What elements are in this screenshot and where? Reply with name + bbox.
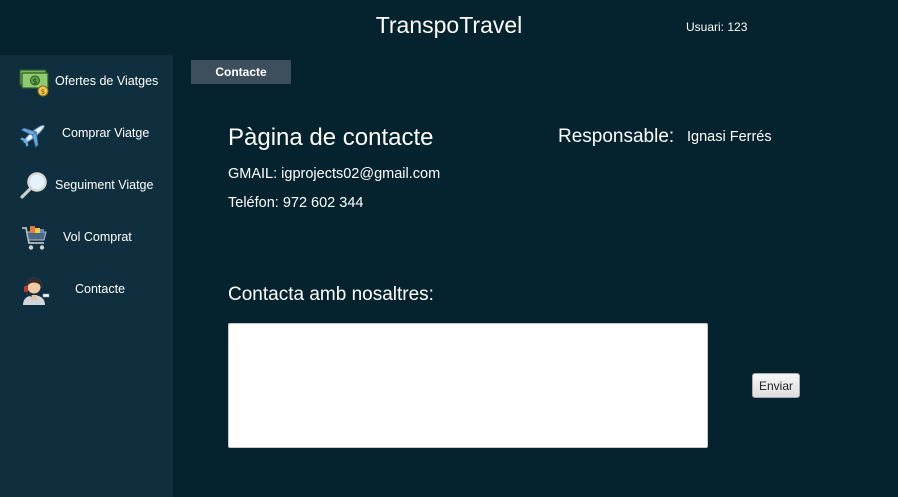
user-info: Usuari: 123 <box>686 20 748 34</box>
page-title: Pàgina de contacte <box>228 124 434 151</box>
money-icon: $ $ <box>19 69 49 97</box>
sidebar-item-label: Vol Comprat <box>63 230 132 244</box>
airplane-icon <box>20 124 45 148</box>
sidebar-item-vol-comprat[interactable]: Vol Comprat <box>0 216 173 260</box>
email-text: GMAIL: igprojects02@gmail.com <box>228 166 441 182</box>
app-title: TranspoTravel <box>375 12 523 38</box>
magnifier-icon <box>20 172 47 199</box>
sidebar-item-ofertes[interactable]: $ $ Ofertes de Viatges <box>0 60 173 104</box>
send-button[interactable]: Enviar <box>752 373 800 398</box>
responsible-name: Ignasi Ferrés <box>687 129 772 145</box>
sidebar-item-label: Ofertes de Viatges <box>55 74 159 88</box>
header: TranspoTravel Usuari: 123 <box>0 0 898 55</box>
responsible-label: Responsable: <box>558 126 675 147</box>
support-agent-icon <box>23 277 50 305</box>
tab-contacte[interactable]: Contacte <box>191 60 291 84</box>
phone-text: Teléfon: 972 602 344 <box>228 195 364 211</box>
contact-heading: Contacta amb nosaltres: <box>228 284 434 305</box>
sidebar-item-label: Seguiment Viatge <box>55 178 154 192</box>
sidebar-item-seguiment[interactable]: Seguiment Viatge <box>0 164 173 208</box>
app-window: TranspoTravel Usuari: 123 $ $ Ofertes de… <box>0 0 898 497</box>
sidebar: $ $ Ofertes de Viatges Comprar Viatge Se… <box>0 55 173 497</box>
sidebar-item-comprar[interactable]: Comprar Viatge <box>0 112 173 156</box>
svg-text:$: $ <box>32 77 37 86</box>
sidebar-item-contacte[interactable]: Contacte <box>0 268 173 312</box>
sidebar-item-label: Contacte <box>75 282 126 296</box>
sidebar-item-label: Comprar Viatge <box>62 126 150 140</box>
shopping-cart-icon <box>22 226 47 250</box>
svg-text:$: $ <box>41 88 45 96</box>
message-textarea[interactable] <box>228 323 708 448</box>
